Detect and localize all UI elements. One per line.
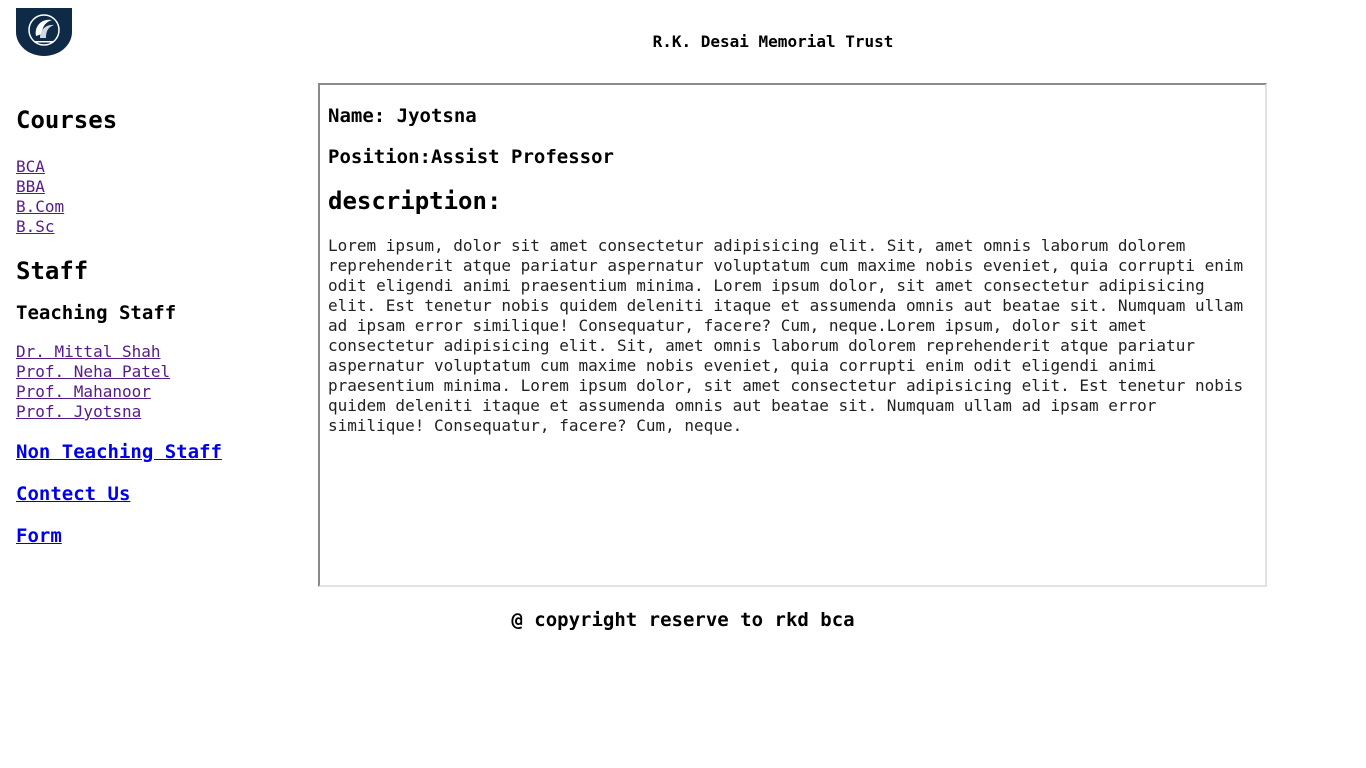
profile-content: Name: Jyotsna Position:Assist Professor … [328,85,1257,436]
profile-name: Name: Jyotsna [328,105,477,127]
sidebar-nav: Courses BCA BBA B.Com B.Sc Staff Teachin… [16,104,296,548]
staff-heading: Staff [16,257,89,285]
college-crest-logo-icon [16,8,72,56]
description-heading: description: [328,187,502,215]
profile-position: Position:Assist Professor [328,146,614,168]
college-logo [16,8,72,56]
contact-us-link[interactable]: Contect Us [16,482,296,506]
courses-list: BCA BBA B.Com B.Sc [16,157,296,237]
course-link-bca[interactable]: BCA [16,157,296,177]
staff-link-mittal-shah[interactable]: Dr. Mittal Shah [16,342,296,362]
staff-link-jyotsna[interactable]: Prof. Jyotsna [16,402,296,422]
course-link-bba[interactable]: BBA [16,177,296,197]
profile-description: Lorem ipsum, dolor sit amet consectetur … [328,236,1244,435]
teaching-staff-list: Dr. Mittal Shah Prof. Neha Patel Prof. M… [16,342,296,422]
footer-copyright: @ copyright reserve to rkd bca [511,609,855,631]
staff-link-mahanoor[interactable]: Prof. Mahanoor [16,382,296,402]
site-title: R.K. Desai Memorial Trust [652,32,894,51]
courses-heading: Courses [16,106,118,134]
teaching-staff-heading: Teaching Staff [16,302,177,324]
course-link-bcom[interactable]: B.Com [16,197,296,217]
profile-frame[interactable]: Name: Jyotsna Position:Assist Professor … [318,83,1267,587]
form-link[interactable]: Form [16,524,296,548]
non-teaching-staff-link[interactable]: Non Teaching Staff [16,440,296,464]
course-link-bsc[interactable]: B.Sc [16,217,296,237]
staff-link-neha-patel[interactable]: Prof. Neha Patel [16,362,296,382]
